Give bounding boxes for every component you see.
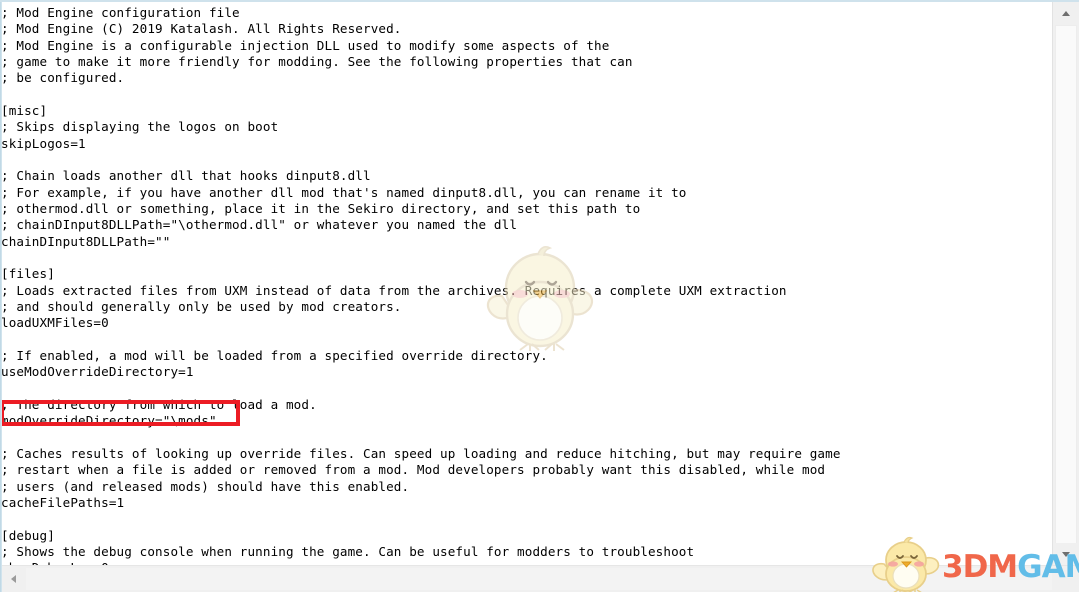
text-line: ; users (and released mods) should have … (1, 478, 410, 494)
config-file-text[interactable]: ; Mod Engine configuration file; Mod Eng… (1, 5, 841, 565)
client-edge-top (0, 0, 1079, 2)
client-edge-left (0, 0, 2, 592)
text-line: ; The directory from which to load a mod… (1, 396, 317, 412)
text-line (1, 381, 841, 397)
text-line: useModOverrideDirectory=1 (1, 364, 194, 380)
text-line: ; Mod Engine configuration file (1, 5, 240, 20)
text-line (1, 511, 841, 527)
horizontal-scrollbar[interactable] (0, 565, 1079, 592)
text-line (1, 332, 841, 348)
scrollbar-corner (1052, 566, 1079, 592)
text-line: ; and should generally only be used by m… (1, 298, 402, 314)
text-line: ; be configured. (1, 70, 125, 86)
vertical-scrollbar-thumb[interactable] (1055, 25, 1077, 555)
text-line: ; Chain loads another dll that hooks din… (1, 168, 371, 184)
text-line: ; restart when a file is added or remove… (1, 462, 826, 478)
text-line: modOverrideDirectory="\mods" (1, 413, 217, 429)
horizontal-scrollbar-track[interactable] (26, 568, 1052, 590)
scroll-down-button[interactable] (1053, 543, 1079, 565)
scroll-up-button[interactable] (1053, 2, 1079, 24)
chevron-left-icon (10, 575, 16, 583)
text-line: skipLogos=1 (1, 135, 86, 151)
chevron-down-icon (1062, 551, 1070, 557)
vertical-scrollbar[interactable] (1052, 2, 1079, 565)
text-line: ; othermod.dll or something, place it in… (1, 200, 641, 216)
text-line: [debug] (1, 527, 55, 543)
text-line (1, 250, 841, 266)
scroll-left-button[interactable] (0, 566, 26, 592)
text-line: ; Mod Engine is a configurable injection… (1, 37, 610, 53)
text-line (1, 87, 841, 103)
text-line: ; If enabled, a mod will be loaded from … (1, 347, 548, 363)
text-line: loadUXMFiles=0 (1, 315, 109, 331)
text-line: [misc] (1, 102, 48, 118)
text-line (1, 430, 841, 446)
text-line: ; chainDInput8DLLPath="\othermod.dll" or… (1, 217, 518, 233)
text-line: ; game to make it more friendly for modd… (1, 53, 633, 69)
text-editor-area[interactable]: ; Mod Engine configuration file; Mod Eng… (0, 2, 1052, 565)
text-line: chainDInput8DLLPath="" (1, 233, 171, 249)
text-line: ; Loads extracted files from UXM instead… (1, 282, 787, 298)
text-line: [files] (1, 266, 55, 282)
notepad-window: ; Mod Engine configuration file; Mod Eng… (0, 0, 1079, 592)
text-line: ; Mod Engine (C) 2019 Katalash. All Righ… (1, 21, 402, 37)
text-line (1, 152, 841, 168)
chevron-up-icon (1062, 10, 1070, 16)
text-line: ; For example, if you have another dll m… (1, 184, 687, 200)
text-line: ; Shows the debug console when running t… (1, 543, 695, 559)
text-line: ; Caches results of looking up override … (1, 445, 841, 461)
text-line: ; Skips displaying the logos on boot (1, 119, 279, 135)
text-line: cacheFilePaths=1 (1, 494, 125, 510)
